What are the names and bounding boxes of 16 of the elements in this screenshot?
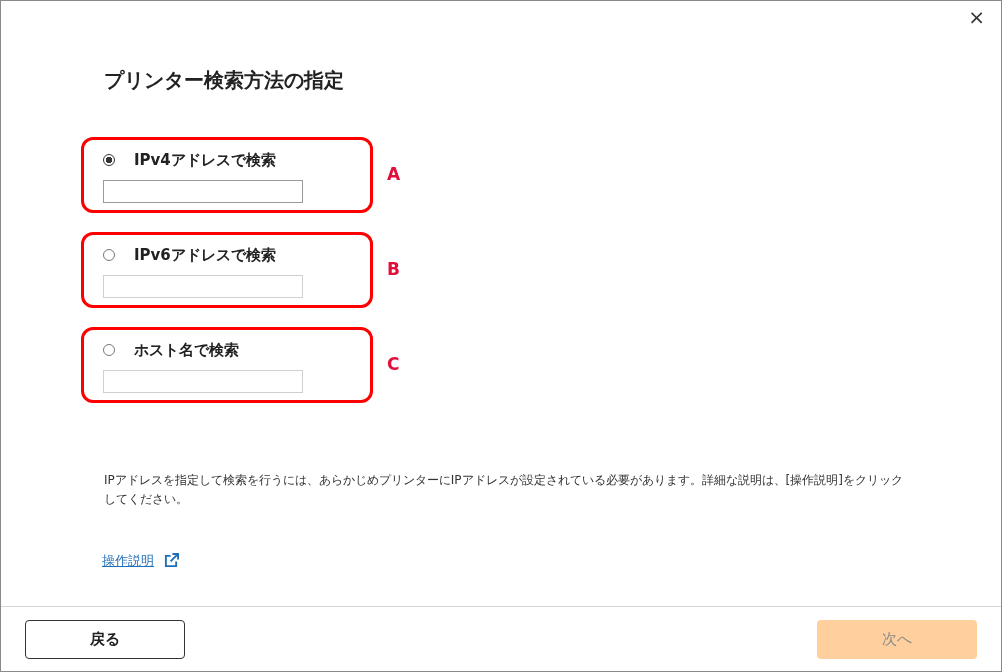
help-link[interactable]: 操作説明 bbox=[102, 551, 154, 571]
annotation-letter: A bbox=[387, 163, 401, 187]
info-text: IPアドレスを指定して検索を行うには、あらかじめプリンターにIPアドレスが設定されている必要があります。詳細な説明は、[操作説明]をクリックしてください。 bbox=[104, 472, 904, 508]
close-button[interactable]: × bbox=[964, 7, 989, 27]
option-label[interactable]: IPv6アドレスで検索 bbox=[134, 244, 276, 267]
annotation-letter: B bbox=[387, 258, 400, 282]
option-label[interactable]: IPv4アドレスで検索 bbox=[134, 149, 276, 172]
external-link-icon bbox=[164, 553, 179, 569]
back-button[interactable]: 戻る bbox=[25, 619, 185, 659]
input-field[interactable] bbox=[103, 179, 303, 203]
annotation-letter: C bbox=[387, 353, 400, 377]
radio-button[interactable] bbox=[103, 344, 115, 357]
radio-button[interactable] bbox=[103, 249, 115, 262]
radio-button[interactable] bbox=[103, 154, 115, 167]
dialog-title: プリンター検索方法の指定 bbox=[104, 67, 344, 94]
option-label[interactable]: ホスト名で検索 bbox=[134, 339, 239, 362]
